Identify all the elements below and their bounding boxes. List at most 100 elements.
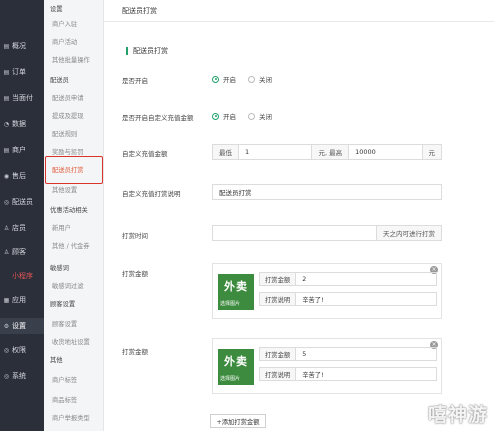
nav-item-apps[interactable]: ▦ 应用 (0, 292, 44, 308)
days-suffix: 天之内可进行打赏 (376, 226, 441, 240)
custom-amount-off-option[interactable]: 关闭 (248, 111, 272, 121)
section-accent-bar (126, 47, 128, 55)
range-label: 自定义充值金额 (122, 150, 168, 158)
permissions-icon: ◎ (3, 346, 10, 354)
custom-amount-on-option[interactable]: 开启 (212, 111, 236, 121)
thumb-text: 外卖 (224, 280, 248, 293)
page-header: 配送员打赏 (104, 0, 494, 22)
nav-item-settings[interactable]: ⚙ 设置 (0, 318, 44, 334)
submenu-item[interactable]: 新用户 (44, 222, 104, 235)
submenu-item[interactable]: 提成及提现 (44, 110, 104, 123)
submenu-item[interactable]: 敏感词过滤 (44, 280, 104, 293)
submenu-item[interactable]: 奖励与惩罚 (44, 146, 104, 159)
nav-item-couriers[interactable]: ◎ 配送员 (0, 194, 44, 210)
min-amount-input[interactable]: 1 (239, 148, 311, 156)
overview-icon: ▤ (3, 42, 10, 50)
radio-unchecked-icon[interactable] (248, 75, 255, 83)
data-icon: ◔ (3, 120, 10, 128)
submenu-item[interactable]: 商品标签 (44, 394, 104, 407)
submenu-group: 优惠活动相关 (50, 207, 88, 214)
nav-item-mini-program[interactable]: 小程序 (0, 268, 44, 284)
submenu-item[interactable]: 商户入驻 (44, 18, 104, 31)
nav-label: 系统 (12, 372, 26, 380)
submenu-group: 顾客设置 (50, 301, 76, 308)
submenu-item[interactable]: 商户举报类型 (44, 412, 104, 425)
custom-amount-radio-group: 开启 关闭 (212, 111, 284, 121)
radio-unchecked-icon[interactable] (248, 112, 255, 120)
nav-item-staff[interactable]: ♙ 店员 (0, 220, 44, 236)
radio-label: 开启 (223, 76, 236, 84)
desc-input-value: 配送员打赏 (219, 189, 252, 197)
customers-icon: ♙ (3, 248, 10, 256)
main-nav: ▤ 概况 ▤ 订单 ▤ 当面付 ◔ 数据 ▤ 商户 ◉ 售后 ◎ 配送员 ♙ 店员 ♙ 顾客 小程… (0, 0, 44, 431)
enabled-off-option[interactable]: 关闭 (248, 74, 272, 84)
nav-item-system[interactable]: ◎ 系统 (0, 368, 44, 384)
reward-amount-value: 2 (302, 275, 307, 283)
max-prefix: 元, 最高 (311, 145, 350, 159)
gear-icon: ⚙ (3, 322, 10, 330)
reward-card: 外卖 选择图片 × 打赏金额 5 打赏说明 辛苦了! (212, 338, 442, 394)
staff-icon: ♙ (3, 224, 10, 232)
reward-image[interactable]: 外卖 选择图片 (218, 274, 254, 310)
nav-label: 数据 (12, 120, 26, 128)
reward-amount-field[interactable]: 打赏金额 2 (259, 272, 437, 286)
nav-label: 售后 (12, 172, 26, 180)
radio-checked-icon[interactable] (212, 112, 219, 120)
reward-card: 外卖 选择图片 × 打赏金额 2 打赏说明 辛苦了! (212, 263, 442, 319)
system-icon: ◎ (3, 372, 10, 380)
radio-label: 开启 (223, 113, 236, 121)
nav-item-after-sales[interactable]: ◉ 售后 (0, 168, 44, 184)
nav-label: 权限 (12, 346, 26, 354)
reward-desc-field[interactable]: 打赏说明 辛苦了! (259, 367, 437, 381)
reward-desc-value: 辛苦了! (302, 296, 324, 304)
nav-label: 店员 (12, 224, 26, 232)
reward-desc-field[interactable]: 打赏说明 辛苦了! (259, 292, 437, 306)
after-sales-icon: ◉ (3, 172, 10, 180)
submenu-item[interactable]: 顾客设置 (44, 318, 104, 331)
enabled-on-option[interactable]: 开启 (212, 74, 236, 84)
submenu-item[interactable]: 配送规则 (44, 128, 104, 141)
amount-range-group: 最低 1 元, 最高 10000 元 (212, 144, 442, 160)
submenu-item[interactable]: 其他批量操作 (44, 54, 104, 67)
submenu-item[interactable]: 其他 / 代金券 (44, 240, 104, 253)
nav-item-permissions[interactable]: ◎ 权限 (0, 342, 44, 358)
nav-label: 应用 (12, 296, 26, 304)
submenu-item[interactable]: 配送员申请 (44, 92, 104, 105)
add-reward-button[interactable]: +添加打赏金额 (210, 414, 266, 428)
yuan-suffix: 元 (421, 145, 442, 159)
desc-input[interactable]: 配送员打赏 (212, 184, 442, 200)
reward-desc-addon: 打赏说明 (260, 293, 297, 305)
nav-item-merchants[interactable]: ▤ 商户 (0, 142, 44, 158)
nav-label: 概况 (12, 42, 26, 50)
submenu-item[interactable]: 收货地址设置 (44, 336, 104, 349)
choose-image-text: 选择图片 (220, 301, 241, 307)
reward-desc-addon: 打赏说明 (260, 368, 297, 380)
reward-amount-addon: 打赏金额 (260, 273, 297, 285)
submenu-group: 敏感词 (50, 265, 69, 272)
nav-item-face-pay[interactable]: ▤ 当面付 (0, 90, 44, 106)
submenu-item[interactable]: 其他设置 (44, 184, 104, 197)
time-label: 打赏时间 (122, 232, 148, 240)
watermark-logo: 嘻神游 (427, 404, 488, 426)
nav-label: 配送员 (12, 198, 33, 206)
radio-checked-icon[interactable] (212, 75, 219, 83)
reward-amount-field[interactable]: 打赏金额 5 (259, 347, 437, 361)
submenu-group: 其他 (50, 357, 63, 364)
nav-item-orders[interactable]: ▤ 订单 (0, 64, 44, 80)
submenu-item-courier-reward[interactable]: 配送员打赏 (44, 164, 104, 177)
reward-label: 打赏金额 (122, 270, 148, 278)
nav-item-customers[interactable]: ♙ 顾客 (0, 244, 44, 260)
apps-icon: ▦ (3, 296, 10, 304)
nav-item-overview[interactable]: ▤ 概况 (0, 38, 44, 54)
orders-icon: ▤ (3, 68, 10, 76)
custom-amount-label: 是否开启自定义充值金额 (122, 114, 194, 122)
submenu-item[interactable]: 商户活动 (44, 36, 104, 49)
choose-image-text: 选择图片 (220, 376, 241, 382)
reward-image[interactable]: 外卖 选择图片 (218, 349, 254, 385)
nav-item-data[interactable]: ◔ 数据 (0, 116, 44, 132)
enabled-label: 是否开启 (122, 77, 148, 85)
submenu-item[interactable]: 商户标签 (44, 374, 104, 387)
time-input-group: 天之内可进行打赏 (212, 225, 442, 241)
max-amount-input[interactable]: 10000 (349, 148, 421, 156)
section-title-text: 配送员打赏 (133, 47, 168, 55)
